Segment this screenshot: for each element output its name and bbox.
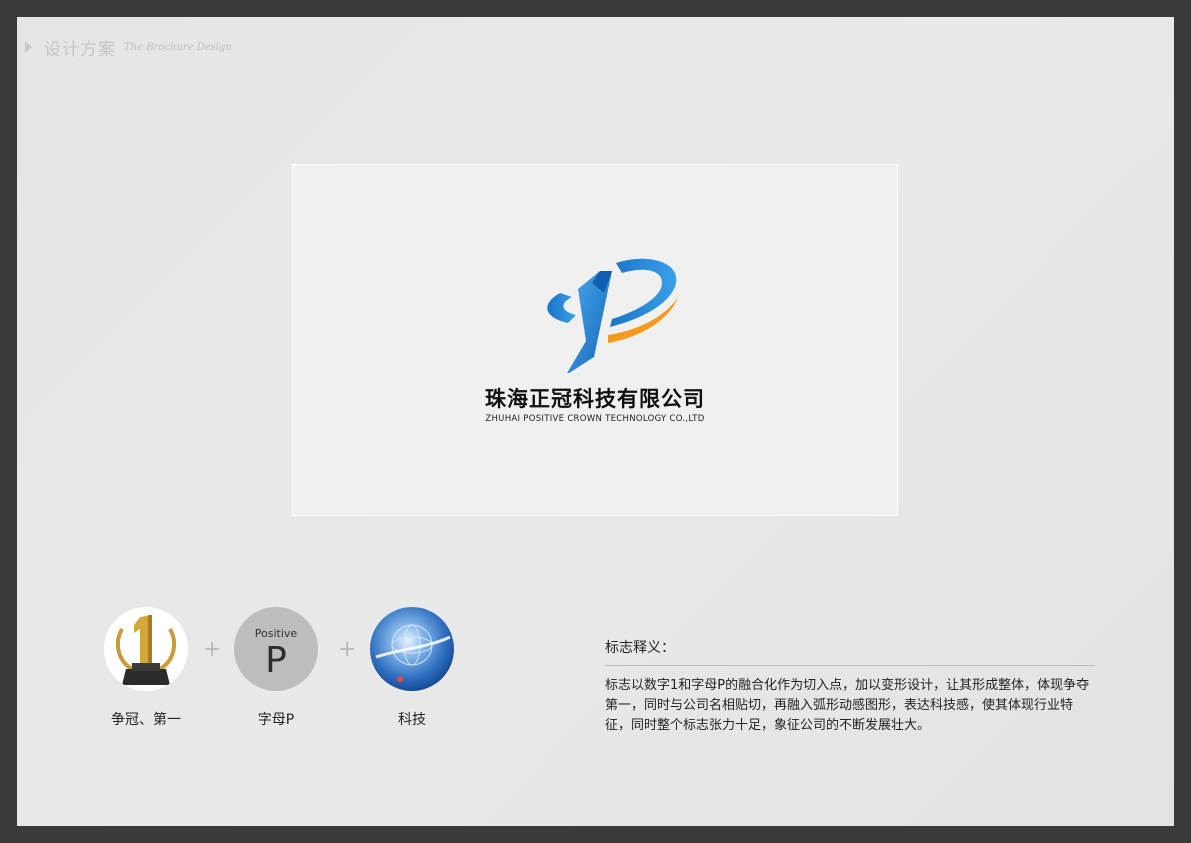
concept-letter-p: Positive P 字母P — [233, 607, 319, 729]
triangle-bullet-icon — [25, 41, 32, 53]
trophy-number-one-icon — [104, 607, 188, 691]
company-name-chinese: 珠海正冠科技有限公司 — [485, 387, 705, 411]
section-title: 设计方案 — [44, 39, 116, 60]
concept-technology: 科技 — [369, 607, 455, 729]
section-subtitle: The Brochure Design — [124, 41, 232, 53]
logo-explanation: 标志释义： 标志以数字1和字母P的融合化作为切入点，加以变形设计，让其形成整体，… — [605, 637, 1095, 736]
presentation-page: 设计方案 The Brochure Design 珠海正冠科技有限公司 ZHUH… — [17, 17, 1174, 826]
section-header: 设计方案 The Brochure Design — [25, 35, 232, 60]
concept-caption: 科技 — [398, 712, 426, 728]
tech-globe-icon — [370, 607, 454, 691]
plus-sign: + — [338, 637, 357, 662]
concept-caption: 争冠、第一 — [111, 712, 181, 728]
explanation-title: 标志释义： — [605, 637, 1095, 666]
explanation-body: 标志以数字1和字母P的融合化作为切入点，加以变形设计，让其形成整体，体现争夺第一… — [605, 678, 1090, 733]
positive-label: Positive — [254, 627, 298, 640]
concept-caption: 字母P — [257, 712, 295, 728]
company-logo-icon — [547, 258, 678, 373]
logo-card: 珠海正冠科技有限公司 ZHUHAI POSITIVE CROWN TECHNOL… — [292, 164, 898, 516]
p-letter: P — [265, 640, 287, 681]
company-name-english: ZHUHAI POSITIVE CROWN TECHNOLOGY CO.,LTD — [485, 414, 705, 424]
letter-p-icon: Positive P — [234, 607, 318, 691]
plus-sign: + — [203, 637, 222, 662]
concept-first-place: 争冠、第一 — [103, 607, 189, 729]
